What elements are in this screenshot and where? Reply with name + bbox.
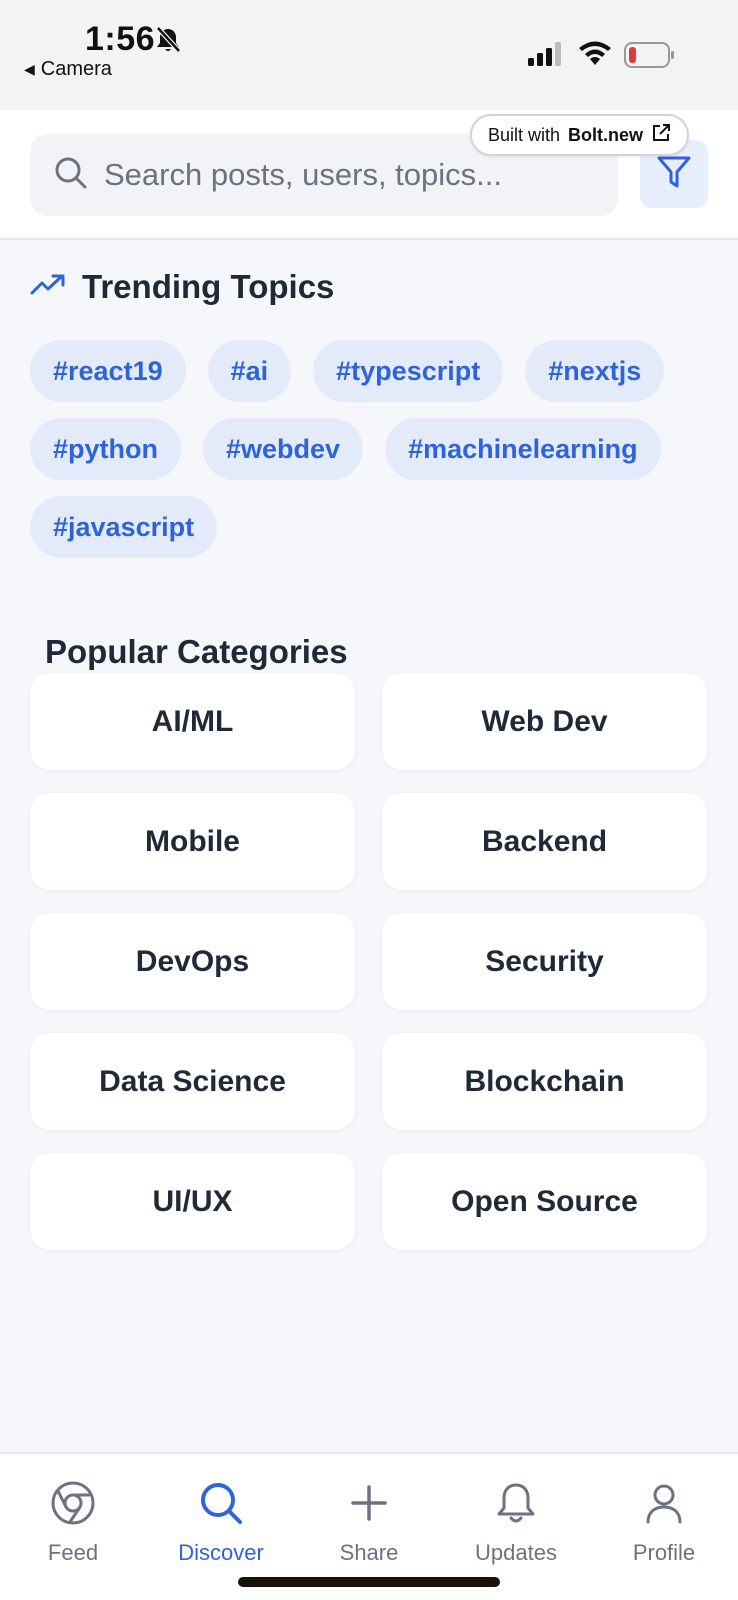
category-card[interactable]: Web Dev [382, 673, 707, 770]
signal-icon [528, 42, 566, 71]
feed-icon [50, 1480, 96, 1532]
topic-tag[interactable]: #nextjs [525, 340, 665, 402]
trending-header: Trending Topics [30, 268, 334, 306]
trending-title: Trending Topics [82, 268, 335, 305]
user-icon [641, 1480, 687, 1532]
back-to-camera-link[interactable]: ◀ Camera [24, 58, 112, 81]
topic-tag[interactable]: #react19 [30, 340, 186, 402]
topic-tag[interactable]: #typescript [313, 340, 504, 402]
tab-feed-label: Feed [47, 1540, 99, 1565]
tab-feed[interactable]: Feed [3, 1480, 143, 1566]
badge-prefix: Built with [488, 124, 561, 145]
tab-updates[interactable]: Updates [446, 1480, 586, 1566]
categories-grid: AI/ML Web Dev Mobile Backend DevOps Secu… [30, 673, 708, 1250]
category-card[interactable]: UI/UX [30, 1153, 355, 1250]
search-input[interactable] [104, 157, 584, 193]
badge-brand: Bolt.new [568, 124, 644, 145]
search-header: Built with Bolt.new [0, 110, 738, 240]
tab-profile[interactable]: Profile [594, 1480, 734, 1566]
category-card[interactable]: Data Science [30, 1033, 355, 1130]
category-card[interactable]: Open Source [382, 1153, 707, 1250]
home-indicator [238, 1577, 500, 1587]
wifi-icon [578, 40, 612, 71]
category-card[interactable]: Mobile [30, 793, 355, 890]
filter-icon [656, 154, 692, 195]
category-card[interactable]: DevOps [30, 913, 355, 1010]
built-with-bolt-badge[interactable]: Built with Bolt.new [470, 114, 690, 156]
back-label: Camera [40, 58, 112, 80]
tab-updates-label: Updates [475, 1540, 557, 1565]
trending-tags: #react19 #ai #typescript #nextjs #python… [30, 340, 720, 558]
external-link-icon [651, 123, 671, 148]
topic-tag[interactable]: #python [30, 418, 181, 480]
battery-icon [624, 42, 676, 73]
topic-tag[interactable]: #ai [207, 340, 292, 402]
tab-profile-label: Profile [632, 1540, 696, 1565]
bell-off-icon [155, 26, 181, 59]
tab-discover[interactable]: Discover [151, 1480, 291, 1566]
category-card[interactable]: AI/ML [30, 673, 355, 770]
back-arrow-icon: ◀ [24, 61, 35, 77]
category-card[interactable]: Security [382, 913, 707, 1010]
category-card[interactable]: Blockchain [382, 1033, 707, 1130]
search-icon [54, 156, 88, 195]
bell-icon [493, 1480, 539, 1532]
category-card[interactable]: Backend [382, 793, 707, 890]
search-icon [198, 1480, 244, 1532]
trending-up-icon [30, 273, 66, 302]
tab-discover-label: Discover [178, 1540, 264, 1565]
topic-tag[interactable]: #webdev [203, 418, 364, 480]
topic-tag[interactable]: #machinelearning [385, 418, 661, 480]
status-bar: 1:56 ◀ Camera [0, 0, 738, 110]
tab-share-label: Share [339, 1540, 399, 1565]
topic-tag[interactable]: #javascript [30, 496, 218, 558]
tab-share[interactable]: Share [299, 1480, 439, 1566]
plus-icon [346, 1480, 392, 1532]
status-time: 1:56 [85, 20, 156, 58]
categories-title: Popular Categories [45, 633, 348, 670]
